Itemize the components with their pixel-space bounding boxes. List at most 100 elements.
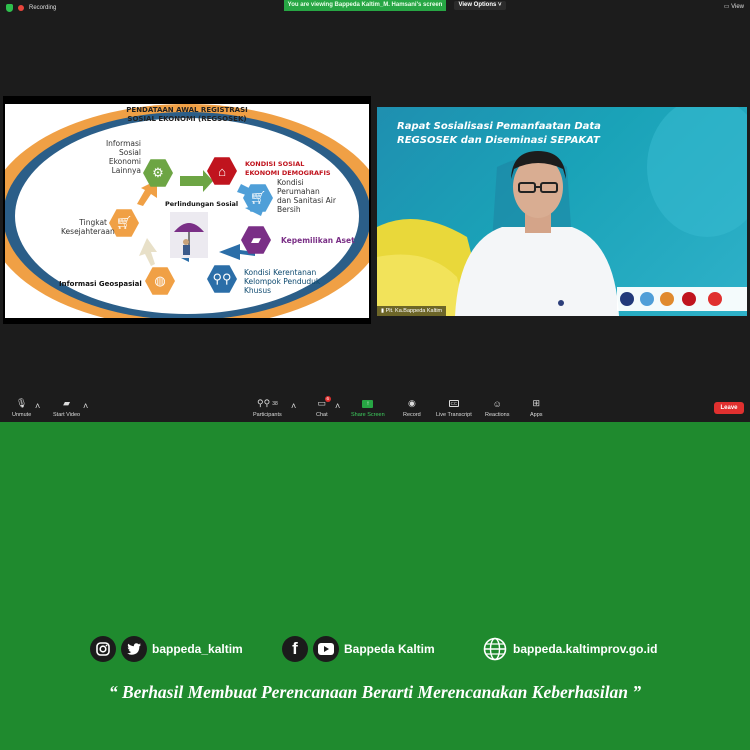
label-line: Kondisi [277,178,304,187]
start-video-button[interactable]: ▰ Start Video [53,398,80,418]
chat-caret[interactable]: ˄ [335,400,340,411]
participant-name: Plt. Ka.Bappeda Kaltim [385,308,443,314]
slide-title-line1: PENDATAAN AWAL REGISTRASI [126,106,248,114]
caret-up-icon: ˄ [291,400,297,411]
record-icon: ◉ [407,398,416,408]
video-off-icon: ▰ [63,398,71,408]
meeting-title-line2: REGSOSEK dan Diseminasi SEPAKAT [397,135,600,146]
chat-badge: 6 [324,396,332,402]
globe-icon[interactable] [482,636,508,662]
leave-button[interactable]: Leave [714,402,744,414]
cc-text: CC [448,400,460,407]
shield-icon [6,4,13,12]
label-geospasial: Informasi Geospasial [59,280,142,288]
view-options-button[interactable]: View Options ˅ [454,1,506,10]
label-line: Informasi [105,139,141,148]
chat-button[interactable]: ▭ 6 Chat [316,396,332,418]
cart-icon: 🛒︎ [115,215,133,230]
facebook-icon[interactable]: f [282,636,308,662]
share-screen-label: Share Screen [351,412,385,418]
slide-title-line2: SOSIAL EKONOMI (REGSOSEK) [127,115,247,123]
label-line: Kondisi Kerentanan [244,268,317,277]
umbrella-illustration [170,212,208,258]
unmute-label: Unmute [12,412,32,418]
participants-count: 38 [272,400,278,407]
record-button[interactable]: ◉ Record [403,398,421,418]
label-informasi-sosial: Informasi Sosial Ekonomi Lainnya [101,139,141,175]
participants-caret[interactable]: ˄ [291,400,296,411]
view-button[interactable]: ▭ View [724,3,744,10]
twitter-glyph [127,643,141,655]
label-line: Tingkat [79,218,107,227]
label-line: Sosial [118,148,141,157]
instagram-handle[interactable]: bappeda_kaltim [152,642,243,656]
globe-glyph [483,637,507,661]
participants-button[interactable]: ⚲⚲ 38 Participants [253,398,282,418]
gear-icon: ⚙ [152,165,164,180]
label-line: Kelompok Penduduk [244,277,321,286]
twitter-icon[interactable] [121,636,147,662]
car-icon: ▰ [251,232,261,247]
youtube-glyph [318,643,334,655]
unmute-button[interactable]: 🎙︎ Unmute [12,398,31,418]
apps-label: Apps [530,412,543,418]
umbrella-icon [174,223,204,255]
record-label: Record [403,412,421,418]
label-kondisi-sosial: KONDISI SOSIAL EKONOMI DEMOGRAFIS [245,160,331,178]
muted-microphone-icon: 🎙︎ [15,398,28,408]
cart-icon: 🛒︎ [249,190,267,205]
label-line: Ekonomi [108,157,141,166]
apps-icon: ⊞ [532,398,541,408]
facebook-youtube-group: f Bappeda Kaltim [282,635,435,663]
people-icon: ⚲⚲ [212,271,232,286]
facebook-glyph: f [292,639,298,658]
zoom-top-bar: Recording You are viewing Bappeda Kaltim… [0,0,750,18]
youtube-icon[interactable] [313,636,339,662]
share-screen-button[interactable]: ↑ Share Screen [351,398,385,418]
start-video-label: Start Video [53,412,81,418]
participants-icon: ⚲⚲ 38 [257,398,278,408]
label-line: KONDISI SOSIAL [245,160,305,168]
live-transcript-label: Live Transcript [436,412,472,418]
audio-options-caret[interactable]: ˄ [35,400,40,411]
label-line: dan Sanitasi Air [277,196,336,205]
reactions-button[interactable]: ☺ Reactions [485,398,510,419]
instagram-twitter-group: bappeda_kaltim [90,635,243,663]
recording-dot-icon [18,5,24,11]
caret-up-icon: ˄ [35,400,41,411]
label-kerentanan: Kondisi Kerentanan Kelompok Penduduk Khu… [244,268,320,295]
globe-icon: ◍ [154,273,166,288]
participants-label: Participants [253,412,282,418]
participant-name-tag: ▮ Plt. Ka.Bappeda Kaltim [377,306,447,316]
live-transcript-button[interactable]: CC Live Transcript [436,398,472,418]
label-line: EKONOMI DEMOGRAFIS [245,169,331,177]
tagline: “ Berhasil Membuat Perencanaan Berarti M… [108,682,642,702]
chat-icon: ▭ 6 [317,396,332,408]
speaker-video[interactable]: Rapat Sosialisasi Pemanfaatan Data REGSO… [377,107,747,316]
instagram-icon[interactable] [90,636,116,662]
zoom-toolbar: 🎙︎ Unmute ˄ ▰ Start Video ˄ ⚲⚲ 38 Partic… [0,396,750,422]
shared-screen: PENDATAAN AWAL REGISTRASI SOSIAL EKONOMI… [3,96,371,324]
label-line: Kesejahteraan [61,227,115,236]
recording-indicator[interactable]: Recording [6,4,56,12]
label-line: Lainnya [111,166,141,175]
facebook-youtube-name[interactable]: Bappeda Kaltim [344,642,435,656]
recording-label: Recording [29,5,57,11]
apps-button[interactable]: ⊞ Apps [530,398,543,418]
website-link[interactable]: bappeda.kaltimprov.go.id [513,642,657,656]
meeting-banner-title: Rapat Sosialisasi Pemanfaatan Data REGSO… [397,120,601,148]
viewing-banner: You are viewing Bappeda Kaltim_M. Hamsan… [284,0,446,11]
reactions-label: Reactions [485,412,510,418]
label-kesejahteraan: Tingkat Kesejahteraan [61,218,115,236]
video-options-caret[interactable]: ˄ [83,400,88,411]
closed-caption-icon: CC [448,398,460,409]
label-line: Khusus [244,286,271,295]
house-icon: ⌂ [218,163,226,179]
label-line: Perumahan [277,187,320,196]
instagram-glyph [96,642,110,656]
view-label: View [731,4,744,10]
reactions-icon: ☺ [492,398,502,409]
slide-title: PENDATAAN AWAL REGISTRASI SOSIAL EKONOMI… [5,106,369,124]
meeting-title-line1: Rapat Sosialisasi Pemanfaatan Data [397,121,601,132]
caret-up-icon: ˄ [83,400,89,411]
